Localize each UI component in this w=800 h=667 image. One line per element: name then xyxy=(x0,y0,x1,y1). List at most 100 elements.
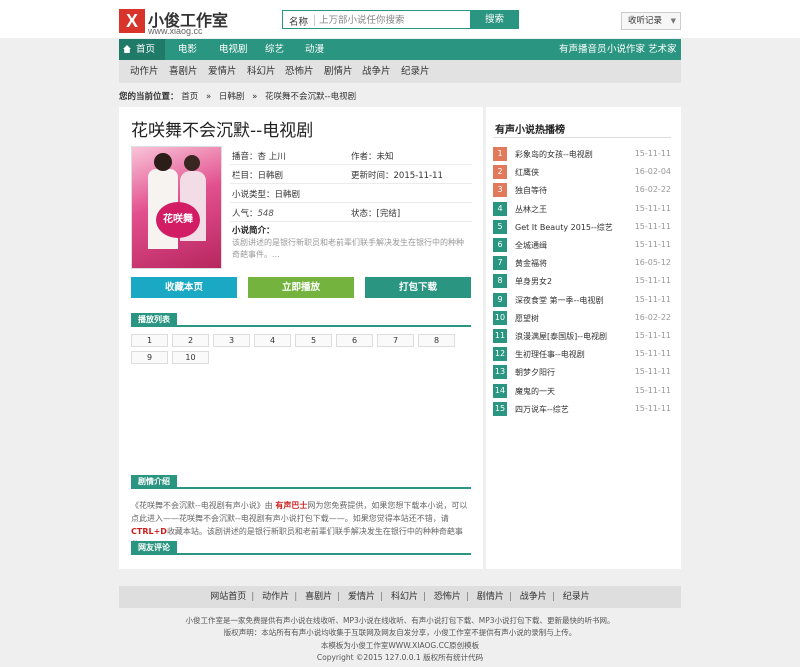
footer-link[interactable]: 恐怖片 xyxy=(434,592,461,602)
hot-list-item[interactable]: 3 独自等待 16-02-22 xyxy=(493,182,671,200)
hot-item-title[interactable]: 丛林之王 xyxy=(515,204,547,215)
info-type: 小说类型：日韩剧 xyxy=(232,190,301,200)
hot-item-date: 16-05-12 xyxy=(634,258,671,268)
hot-list-item[interactable]: 4 丛林之王 15-11-11 xyxy=(493,201,671,219)
hot-item-title[interactable]: 愿望树 xyxy=(515,313,539,324)
popularity-value: 548 xyxy=(257,209,274,219)
hot-list-item[interactable]: 7 黄金福将 16-05-12 xyxy=(493,255,671,273)
hot-list-item[interactable]: 11 浪漫满屋[泰国版]--电视剧 15-11-11 xyxy=(493,328,671,346)
episode-button[interactable]: 5 xyxy=(295,334,332,347)
genre-item[interactable]: 剧情片 xyxy=(324,60,353,83)
hot-item-date: 15-11-11 xyxy=(634,385,671,395)
breadcrumb-category[interactable]: 日韩剧 xyxy=(219,92,245,102)
rank-badge: 5 xyxy=(493,219,507,234)
footer-link[interactable]: 科幻片 xyxy=(391,592,418,602)
genre-item[interactable]: 爱情片 xyxy=(208,60,237,83)
hot-list-item[interactable]: 12 生初理任事--电视剧 15-11-11 xyxy=(493,346,671,364)
hot-item-title[interactable]: 四万说车--综艺 xyxy=(515,404,569,415)
info-status: 状态：[完结] xyxy=(351,209,401,219)
genre-item[interactable]: 战争片 xyxy=(362,60,391,83)
story-download-link[interactable]: 花咲舞不会沉默--电视剧有声小说打包下载—— xyxy=(179,514,345,523)
hot-item-date: 16-02-22 xyxy=(634,312,671,322)
hot-item-title[interactable]: Get It Beauty 2015--综艺 xyxy=(515,222,613,233)
genre-item[interactable]: 动作片 xyxy=(130,60,159,83)
hot-item-date: 15-11-11 xyxy=(634,149,671,158)
hot-list-item[interactable]: 6 全城通缉 15-11-11 xyxy=(493,237,671,255)
story-heading: 剧情介绍 xyxy=(131,475,177,489)
episode-button[interactable]: 3 xyxy=(213,334,250,347)
footer-link[interactable]: 纪录片 xyxy=(563,592,590,602)
rank-badge: 6 xyxy=(493,238,507,252)
genre-item[interactable]: 喜剧片 xyxy=(169,60,198,83)
footer-link[interactable]: 动作片 xyxy=(262,592,289,602)
episode-button[interactable]: 1 xyxy=(131,334,168,347)
footer-link[interactable]: 剧情片 xyxy=(477,592,504,602)
search-input[interactable] xyxy=(319,13,467,27)
footer-sep: | xyxy=(551,592,555,602)
hot-list-item[interactable]: 9 深夜食堂 第一季--电视剧 15-11-11 xyxy=(493,292,671,310)
episodes-header: 播放列表 xyxy=(131,313,471,327)
episode-button[interactable]: 4 xyxy=(254,334,291,347)
nav-item-movie[interactable]: 电影 xyxy=(178,39,197,60)
hot-item-title[interactable]: 全城通缉 xyxy=(515,240,547,251)
footer-copyright-notice: 版权声明：本站所有有声小说均收集于互联网及网友自发分享，小俊工作室不提供有声小说… xyxy=(223,628,577,637)
nav-item-tv[interactable]: 电视剧 xyxy=(219,39,248,60)
breadcrumb: 您的当前位置： 首页 » 日韩剧 » 花咲舞不会沉默--电视剧 xyxy=(119,90,361,102)
hot-list-item[interactable]: 1 彩象岛的女孩--电视剧 15-11-11 xyxy=(493,146,671,164)
nav-link-writer[interactable]: 小说作家 xyxy=(607,39,645,60)
info-row: 小说类型：日韩剧 xyxy=(230,184,472,203)
hot-list-item[interactable]: 10 愿望树 16-02-22 xyxy=(493,310,671,328)
hot-item-title[interactable]: 彩象岛的女孩--电视剧 xyxy=(515,149,593,160)
history-dropdown[interactable]: 收听记录 ▼ xyxy=(621,12,681,30)
breadcrumb-home[interactable]: 首页 xyxy=(181,92,198,102)
hot-item-title[interactable]: 深夜食堂 第一季--电视剧 xyxy=(515,295,603,306)
genre-item[interactable]: 科幻片 xyxy=(247,60,276,83)
play-button[interactable]: 立即播放 xyxy=(248,277,354,298)
hot-list-item[interactable]: 2 红鹰侠 16-02-04 xyxy=(493,164,671,182)
hot-list-item[interactable]: 14 魔鬼的一天 15-11-11 xyxy=(493,383,671,401)
hot-item-title[interactable]: 独自等待 xyxy=(515,185,547,196)
search-type-select[interactable]: 名称 xyxy=(289,14,308,28)
search-button[interactable]: 搜索 xyxy=(470,10,519,29)
info-narrator: 播音：杏 上川 xyxy=(232,152,286,162)
genre-item[interactable]: 纪录片 xyxy=(401,60,430,83)
footer-link[interactable]: 爱情片 xyxy=(348,592,375,602)
episode-button[interactable]: 6 xyxy=(336,334,373,347)
hot-item-title[interactable]: 朝梦夕阳行 xyxy=(515,367,555,378)
footer-link[interactable]: 喜剧片 xyxy=(305,592,332,602)
nav-item-variety[interactable]: 综艺 xyxy=(265,39,284,60)
nav-item-anime[interactable]: 动漫 xyxy=(305,39,324,60)
footer-link[interactable]: 网站首页 xyxy=(210,592,246,602)
hot-item-title[interactable]: 魔鬼的一天 xyxy=(515,386,555,397)
hot-item-title[interactable]: 浪漫满屋[泰国版]--电视剧 xyxy=(515,331,607,342)
nav-item-home[interactable]: 首页 xyxy=(119,39,165,60)
hot-item-title[interactable]: 生初理任事--电视剧 xyxy=(515,349,585,360)
hot-item-title[interactable]: 黄金福将 xyxy=(515,258,547,269)
hot-item-date: 15-11-11 xyxy=(634,403,671,413)
search-bar: 名称 搜索 xyxy=(282,10,519,29)
hot-item-title[interactable]: 单身男女2 xyxy=(515,276,552,287)
hot-list-item[interactable]: 13 朝梦夕阳行 15-11-11 xyxy=(493,364,671,382)
hot-list-item[interactable]: 15 四万说车--综艺 15-11-11 xyxy=(493,401,671,419)
collect-button[interactable]: 收藏本页 xyxy=(131,277,237,298)
episode-button[interactable]: 8 xyxy=(418,334,455,347)
history-label: 收听记录 xyxy=(628,16,663,26)
hot-list-item[interactable]: 5 Get It Beauty 2015--综艺 15-11-11 xyxy=(493,219,671,237)
breadcrumb-current[interactable]: 花咲舞不会沉默--电视剧 xyxy=(265,92,356,102)
story-header: 剧情介绍 xyxy=(131,475,471,489)
episode-button[interactable]: 9 xyxy=(131,351,168,364)
hot-list-item[interactable]: 8 单身男女2 15-11-11 xyxy=(493,273,671,291)
hot-item-title[interactable]: 红鹰侠 xyxy=(515,167,539,178)
genre-item[interactable]: 恐怖片 xyxy=(285,60,314,83)
nav-link-broadcaster[interactable]: 有声播音员 xyxy=(559,39,607,60)
story-site-link[interactable]: 有声巴士 xyxy=(275,501,307,510)
episode-button[interactable]: 7 xyxy=(377,334,414,347)
download-button[interactable]: 打包下载 xyxy=(365,277,471,298)
nav-link-artist[interactable]: 艺术家 xyxy=(648,39,677,60)
hot-item-date: 15-11-11 xyxy=(634,294,671,304)
footer-link[interactable]: 战争片 xyxy=(520,592,547,602)
episode-button[interactable]: 10 xyxy=(172,351,209,364)
cover-image[interactable]: 花咲舞 xyxy=(131,146,222,269)
episode-button[interactable]: 2 xyxy=(172,334,209,347)
site-logo[interactable]: X 小俊工作室 www.xiaog.cc xyxy=(119,7,259,37)
